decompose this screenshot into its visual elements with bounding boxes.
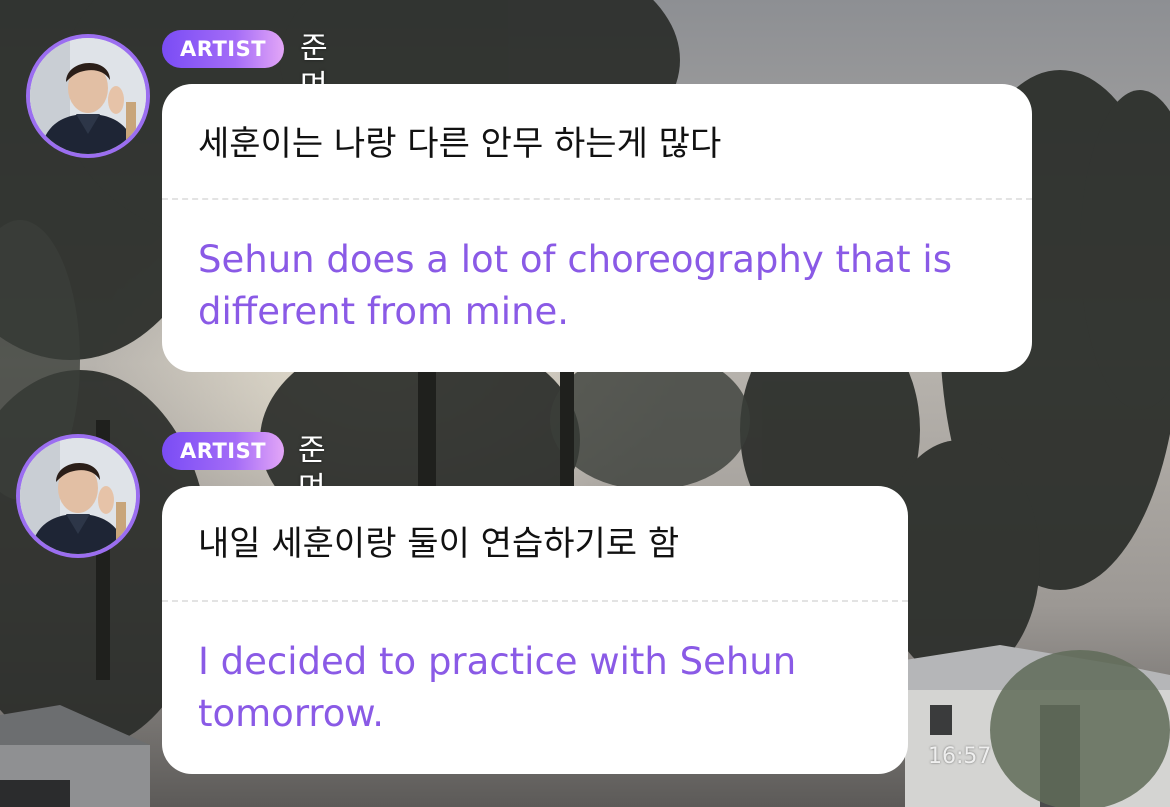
original-text: 내일 세훈이랑 둘이 연습하기로 함 [198, 524, 680, 564]
message-bubble[interactable]: 내일 세훈이랑 둘이 연습하기로 함 I decided to practice… [162, 486, 908, 774]
translation-divider [162, 600, 908, 602]
translation-divider [162, 198, 1032, 200]
original-text: 세훈이는 나랑 다른 안무 하는게 많다 [198, 124, 722, 164]
artist-avatar[interactable] [26, 34, 150, 158]
translated-text: I decided to practice with Sehun tomorro… [198, 640, 797, 735]
artist-badge: ARTIST [162, 30, 285, 68]
avatar-photo-icon [30, 38, 146, 154]
artist-avatar[interactable] [16, 434, 140, 558]
chat-screen: ARTIST 준며니 세훈이는 나랑 다른 안무 하는게 많다 Sehun do… [0, 0, 1170, 807]
artist-badge: ARTIST [162, 432, 285, 470]
message-timestamp: 16:57 [928, 744, 992, 769]
avatar-photo-icon [20, 438, 136, 554]
translated-text: Sehun does a lot of choreography that is… [198, 238, 952, 333]
message-bubble[interactable]: 세훈이는 나랑 다른 안무 하는게 많다 Sehun does a lot of… [162, 84, 1032, 372]
